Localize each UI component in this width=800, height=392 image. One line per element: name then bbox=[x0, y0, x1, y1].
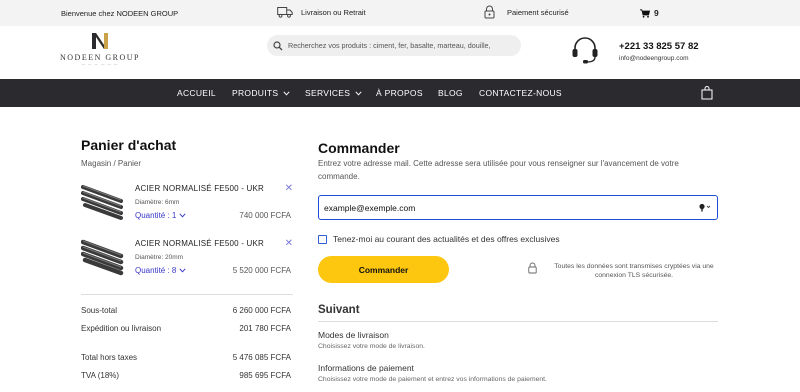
divider bbox=[318, 321, 718, 322]
product-diameter: Diamètre: 20mm bbox=[135, 254, 184, 261]
nav-label: BLOG bbox=[438, 88, 463, 98]
welcome-text: Bienvenue chez NODEEN GROUP bbox=[61, 9, 179, 18]
remove-item-icon[interactable]: ✕ bbox=[285, 238, 293, 249]
delivery-label: Livraison ou Retrait bbox=[301, 7, 366, 17]
nav-item-services[interactable]: SERVICES bbox=[305, 88, 362, 98]
truck-icon bbox=[277, 7, 293, 18]
nav-label: À PROPOS bbox=[376, 88, 423, 98]
newsletter-option[interactable]: Tenez-moi au courant des actualités et d… bbox=[318, 234, 560, 244]
logo-name: NODEEN GROUP bbox=[60, 53, 140, 62]
contact-email[interactable]: info@nodeengroup.com bbox=[619, 55, 688, 62]
nav-item-blog[interactable]: BLOG bbox=[438, 88, 463, 98]
next-steps-title: Suivant bbox=[318, 304, 360, 316]
cart-product: ACIER NORMALISÉ FE500 - UKR Diamètre: 6m… bbox=[81, 181, 293, 227]
main-nav: ACCUEIL PRODUITS SERVICES À PROPOS BLOG … bbox=[0, 79, 800, 107]
site-header: NODEEN GROUP — — — — — — Recherchez vos … bbox=[0, 26, 800, 79]
chevron-down-icon bbox=[283, 90, 290, 96]
top-bar: Bienvenue chez NODEEN GROUP Livraison ou… bbox=[0, 0, 800, 26]
cart-link[interactable]: 9 bbox=[640, 8, 659, 18]
cart-icon bbox=[640, 8, 650, 18]
nav-label: CONTACTEZ-NOUS bbox=[479, 88, 562, 98]
checkout-intro: Entrez votre adresse mail. Cette adresse… bbox=[318, 159, 679, 181]
headset-icon bbox=[572, 37, 598, 64]
checkout-title: Commander bbox=[318, 140, 400, 156]
secure-label: Paiement sécurisé bbox=[507, 7, 569, 17]
divider bbox=[81, 294, 293, 295]
cart-product: ACIER NORMALISÉ FE500 - UKR Diamètre: 20… bbox=[81, 236, 293, 282]
newsletter-checkbox[interactable] bbox=[318, 234, 327, 244]
secure-payment-info: Paiement sécurisé bbox=[484, 5, 569, 19]
newsletter-label: Tenez-moi au courant des actualités et d… bbox=[333, 234, 560, 244]
cart-count: 9 bbox=[654, 8, 659, 18]
chevron-down-icon bbox=[179, 268, 186, 273]
total-value: 5 476 085 FCFA bbox=[232, 353, 291, 362]
nav-label: SERVICES bbox=[305, 88, 351, 98]
search-bar[interactable]: Recherchez vos produits : ciment, fer, b… bbox=[267, 35, 521, 56]
nav-label: PRODUITS bbox=[232, 88, 279, 98]
nav-item-accueil[interactable]: ACCUEIL bbox=[177, 88, 216, 98]
padlock-icon bbox=[484, 5, 495, 19]
nav-item-a-propos[interactable]: À PROPOS bbox=[376, 88, 423, 98]
product-diameter: Diamètre: 6mm bbox=[135, 199, 180, 206]
step-title: Modes de livraison bbox=[318, 330, 389, 340]
steel-rebar-image bbox=[81, 239, 124, 276]
total-label: TVA (18%) bbox=[81, 371, 120, 380]
product-name[interactable]: ACIER NORMALISÉ FE500 - UKR bbox=[135, 239, 264, 248]
product-name[interactable]: ACIER NORMALISÉ FE500 - UKR bbox=[135, 184, 264, 193]
steel-rebar-image bbox=[81, 185, 123, 220]
email-field[interactable] bbox=[318, 195, 718, 220]
quantity-selector[interactable]: Quantité : 1 bbox=[135, 211, 186, 220]
quantity-label: Quantité : 8 bbox=[135, 266, 177, 275]
total-label: Total hors taxes bbox=[81, 353, 138, 362]
nav-label: ACCUEIL bbox=[177, 88, 216, 98]
order-button[interactable]: Commander bbox=[318, 256, 449, 283]
padlock-icon bbox=[528, 262, 537, 274]
chevron-down-icon bbox=[355, 90, 362, 96]
step-title: Informations de paiement bbox=[318, 363, 414, 373]
password-manager-key-icon[interactable] bbox=[699, 203, 711, 212]
product-price: 740 000 FCFA bbox=[239, 211, 291, 220]
nav-item-contactez-nous[interactable]: CONTACTEZ-NOUS bbox=[479, 88, 562, 98]
search-placeholder: Recherchez vos produits : ciment, fer, b… bbox=[288, 41, 491, 50]
tls-note-text: Toutes les données sont transmises crypt… bbox=[554, 263, 714, 279]
step-description: Choisissez votre mode de livraison. bbox=[318, 343, 425, 350]
remove-item-icon[interactable]: ✕ bbox=[285, 183, 293, 194]
nav-item-produits[interactable]: PRODUITS bbox=[232, 88, 290, 98]
breadcrumb[interactable]: Magasin / Panier bbox=[81, 159, 141, 168]
shopping-bag-icon[interactable] bbox=[701, 86, 713, 100]
total-label: Sous-total bbox=[81, 306, 118, 315]
quantity-selector[interactable]: Quantité : 8 bbox=[135, 266, 186, 275]
total-value: 985 695 FCFA bbox=[239, 371, 291, 380]
phone-number[interactable]: +221 33 825 57 82 bbox=[619, 41, 699, 52]
cart-title: Panier d'achat bbox=[81, 137, 177, 153]
step-shipping-method: Modes de livraison Choisissez votre mode… bbox=[318, 330, 425, 350]
search-icon bbox=[273, 40, 283, 50]
quantity-label: Quantité : 1 bbox=[135, 211, 177, 220]
step-description: Choisissez votre mode de paiement et ent… bbox=[318, 376, 547, 383]
product-price: 5 520 000 FCFA bbox=[232, 266, 291, 275]
brand-logo[interactable]: NODEEN GROUP — — — — — — bbox=[60, 30, 140, 72]
total-value: 201 780 FCFA bbox=[239, 324, 291, 333]
step-payment-info: Informations de paiement Choisissez votr… bbox=[318, 363, 547, 383]
tls-security-note: Toutes les données sont transmises crypt… bbox=[528, 262, 723, 280]
email-input[interactable] bbox=[324, 201, 684, 214]
total-label: Expédition ou livraison bbox=[81, 324, 162, 333]
total-value: 6 260 000 FCFA bbox=[232, 306, 291, 315]
logo-mark-icon bbox=[92, 33, 108, 49]
delivery-info: Livraison ou Retrait bbox=[277, 6, 366, 18]
chevron-down-icon bbox=[179, 213, 186, 218]
logo-tagline: — — — — — — bbox=[81, 62, 119, 66]
